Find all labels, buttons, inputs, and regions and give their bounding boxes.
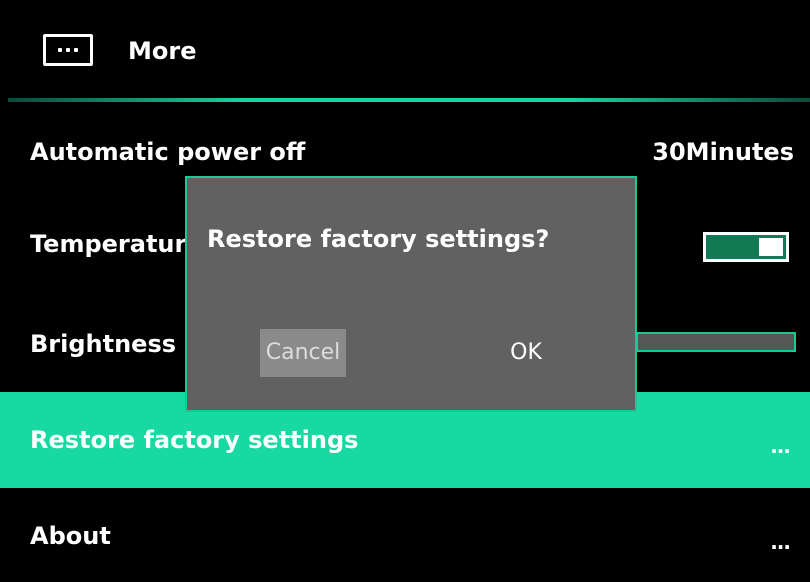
cancel-button[interactable]: Cancel (260, 329, 346, 377)
ok-button[interactable]: OK (483, 329, 569, 377)
setting-label: About (30, 522, 111, 550)
setting-label: Brightness (30, 330, 177, 358)
more-dots-icon (43, 34, 93, 66)
setting-row-about[interactable]: About ... (0, 488, 810, 582)
brightness-slider[interactable] (636, 332, 796, 352)
setting-label: Temperature (30, 230, 203, 258)
header: More (0, 0, 810, 98)
more-ellipsis-icon: ... (770, 434, 791, 458)
setting-value: 30Minutes (652, 138, 794, 166)
dialog-message: Restore factory settings? (207, 225, 550, 253)
setting-label: Automatic power off (30, 138, 306, 166)
toggle-knob (759, 238, 783, 256)
more-ellipsis-icon: ... (770, 530, 791, 554)
more-settings-screen: More Automatic power off 30Minutes Tempe… (0, 0, 810, 582)
setting-label: Restore factory settings (30, 426, 359, 454)
header-divider (8, 98, 810, 102)
page-title: More (128, 37, 197, 65)
restore-confirm-dialog: Restore factory settings? Cancel OK (185, 176, 637, 412)
temperature-toggle[interactable] (703, 232, 789, 262)
